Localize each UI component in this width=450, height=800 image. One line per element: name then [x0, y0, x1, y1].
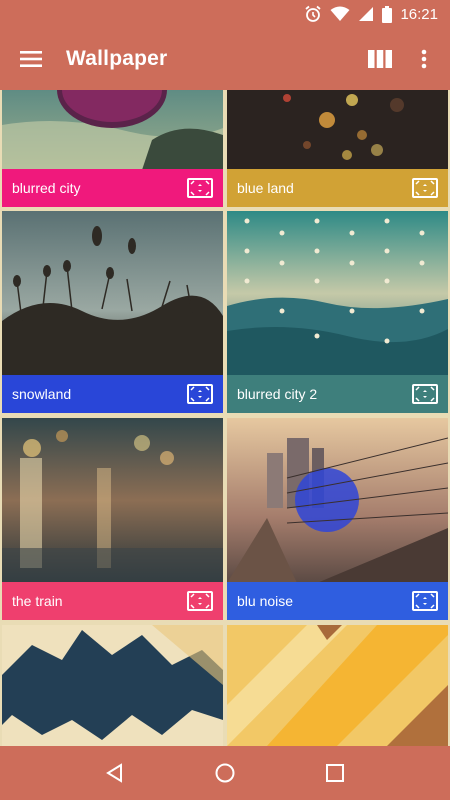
recents-icon — [326, 764, 344, 782]
wifi-icon — [330, 6, 350, 21]
back-button[interactable] — [85, 746, 145, 800]
wallpaper-card[interactable]: blurred city — [2, 90, 223, 207]
wallpaper-name: snowland — [12, 386, 72, 402]
home-button[interactable] — [195, 746, 255, 800]
back-icon — [106, 763, 122, 783]
wallpaper-caption: snowland — [2, 375, 223, 413]
app-bar: Wallpaper — [0, 28, 450, 90]
page-title: Wallpaper — [66, 47, 168, 70]
wallpaper-name: blue land — [237, 180, 294, 196]
set-wallpaper-button[interactable] — [412, 591, 438, 611]
set-wallpaper-icon — [190, 386, 210, 402]
set-wallpaper-icon — [190, 180, 210, 196]
set-wallpaper-icon — [190, 593, 210, 609]
wallpaper-name: blu noise — [237, 593, 294, 609]
set-wallpaper-icon — [415, 593, 435, 609]
status-time: 16:21 — [400, 5, 438, 23]
status-bar: 16:21 — [0, 0, 450, 28]
alarm-icon — [305, 5, 322, 22]
wallpaper-card[interactable]: blu noise — [227, 418, 448, 621]
set-wallpaper-button[interactable] — [187, 384, 213, 404]
recents-button[interactable] — [305, 746, 365, 800]
wallpaper-preview — [227, 418, 448, 583]
wallpaper-card[interactable] — [2, 625, 223, 746]
wallpaper-caption: blue land — [227, 169, 448, 207]
set-wallpaper-button[interactable] — [412, 178, 438, 198]
wallpaper-card[interactable]: blurred city 2 — [227, 211, 448, 414]
wallpaper-caption: blurred city — [2, 169, 223, 207]
hamburger-menu-icon — [20, 51, 42, 67]
set-wallpaper-icon — [415, 180, 435, 196]
overflow-menu-button[interactable] — [402, 28, 446, 90]
battery-icon — [382, 5, 393, 23]
menu-button[interactable] — [0, 28, 62, 90]
wallpaper-grid: blurred city blue land snowland blurred … — [0, 90, 450, 746]
navigation-bar — [0, 746, 450, 800]
wallpaper-card[interactable]: the train — [2, 418, 223, 621]
wallpaper-preview — [2, 90, 223, 170]
wallpaper-card[interactable]: snowland — [2, 211, 223, 414]
wallpaper-preview — [227, 90, 448, 170]
set-wallpaper-button[interactable] — [187, 591, 213, 611]
wallpaper-preview — [227, 211, 448, 376]
wallpaper-preview — [227, 625, 448, 746]
set-wallpaper-button[interactable] — [187, 178, 213, 198]
wallpaper-name: the train — [12, 593, 63, 609]
wallpaper-caption: blu noise — [227, 582, 448, 620]
wallpaper-preview — [2, 625, 223, 746]
wallpaper-preview — [2, 418, 223, 583]
wallpaper-caption: the train — [2, 582, 223, 620]
set-wallpaper-button[interactable] — [412, 384, 438, 404]
grid-view-icon — [368, 50, 392, 68]
view-toggle-button[interactable] — [358, 28, 402, 90]
home-icon — [215, 763, 235, 783]
wallpaper-name: blurred city 2 — [237, 386, 318, 402]
wallpaper-card[interactable]: blue land — [227, 90, 448, 207]
more-vert-icon — [421, 49, 427, 69]
wallpaper-caption: blurred city 2 — [227, 375, 448, 413]
wallpaper-preview — [2, 211, 223, 376]
set-wallpaper-icon — [415, 386, 435, 402]
wallpaper-card[interactable] — [227, 625, 448, 746]
wallpaper-name: blurred city — [12, 180, 81, 196]
signal-icon — [359, 7, 374, 21]
